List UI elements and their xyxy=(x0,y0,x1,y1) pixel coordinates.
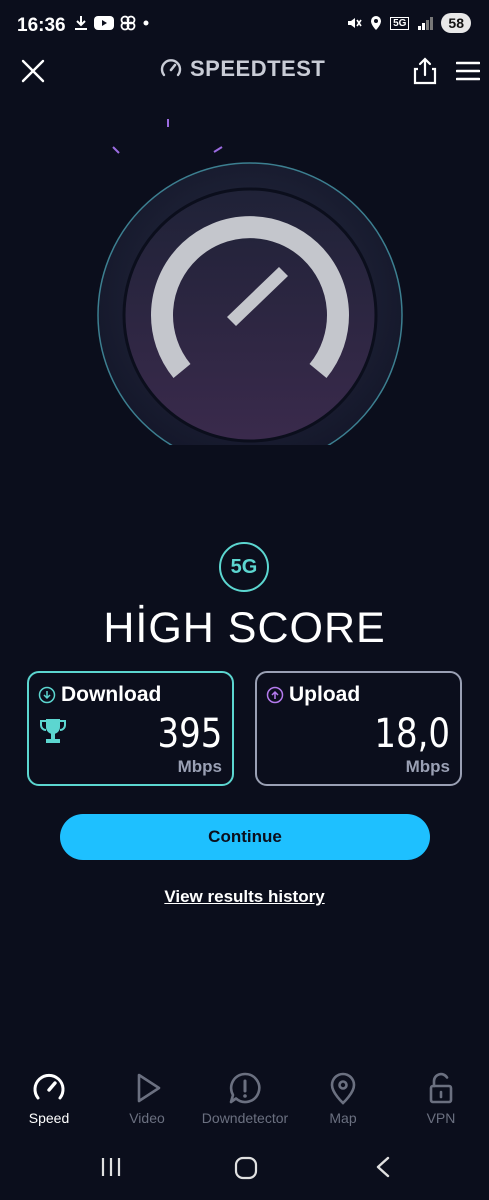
status-bar: 16:36 5G 58 xyxy=(0,0,489,52)
pinwheel-icon xyxy=(120,15,136,31)
status-system-icons: 5G 58 xyxy=(346,13,471,33)
battery-indicator: 58 xyxy=(441,13,471,33)
share-icon[interactable] xyxy=(412,56,438,86)
download-card: Download 395 Mbps xyxy=(27,671,234,786)
speed-gauge xyxy=(97,119,403,445)
youtube-icon xyxy=(94,16,114,30)
download-label: Download xyxy=(61,683,162,706)
speed-icon xyxy=(33,1073,65,1100)
status-notification-icons xyxy=(74,15,150,31)
speedometer-logo-icon xyxy=(160,59,182,77)
recent-apps-icon[interactable] xyxy=(100,1156,122,1178)
brand-name: SPEEDTEST xyxy=(190,56,326,81)
nav-label-downdetector: Downdetector xyxy=(201,1110,289,1126)
download-value: 395 xyxy=(157,711,222,757)
app-header: SPEEDTEST xyxy=(0,52,489,96)
download-icon xyxy=(75,16,87,30)
nav-item-video[interactable]: Video xyxy=(98,1065,196,1126)
nav-label-map: Map xyxy=(329,1110,357,1126)
network-type-badge: 5G xyxy=(219,542,269,592)
lock-icon xyxy=(429,1072,453,1104)
bottom-navigation: Speed Video Downdetector Map VPN xyxy=(0,1065,489,1135)
upload-label: Upload xyxy=(289,683,361,706)
nav-item-vpn[interactable]: VPN xyxy=(392,1065,489,1126)
menu-icon[interactable] xyxy=(456,60,480,82)
upload-header: Upload xyxy=(266,683,360,707)
close-icon[interactable] xyxy=(20,58,46,84)
play-icon xyxy=(137,1073,161,1103)
nav-item-downdetector[interactable]: Downdetector xyxy=(196,1065,294,1126)
score-title: HİGH SCORE xyxy=(103,604,386,652)
upload-arrow-icon xyxy=(266,686,284,704)
download-header: Download xyxy=(38,683,161,707)
download-unit: Mbps xyxy=(177,757,222,776)
brand-logo: SPEEDTEST xyxy=(160,56,325,82)
nav-label-speed: Speed xyxy=(28,1110,70,1126)
upload-value: 18,0 xyxy=(374,711,450,757)
mute-icon xyxy=(348,18,362,28)
download-arrow-icon xyxy=(38,686,56,704)
system-navigation-bar xyxy=(0,1140,489,1200)
home-icon[interactable] xyxy=(234,1156,258,1180)
nav-item-speed[interactable]: Speed xyxy=(0,1065,98,1126)
back-icon[interactable] xyxy=(374,1156,392,1178)
network-type: 5G xyxy=(390,16,410,30)
view-results-history-link[interactable]: View results history xyxy=(0,887,489,907)
alert-icon xyxy=(229,1072,261,1104)
nav-label-vpn: VPN xyxy=(426,1110,456,1126)
signal-icon xyxy=(418,17,434,30)
location-icon xyxy=(371,16,382,30)
nav-item-map[interactable]: Map xyxy=(294,1065,392,1126)
map-pin-icon xyxy=(330,1072,356,1105)
upload-card: Upload 18,0 Mbps xyxy=(255,671,462,786)
status-time: 16:36 xyxy=(17,15,66,36)
upload-unit: Mbps xyxy=(405,757,450,776)
continue-button[interactable]: Continue xyxy=(60,814,430,860)
dot-icon xyxy=(143,20,149,26)
nav-label-video: Video xyxy=(129,1110,165,1126)
trophy-icon xyxy=(40,719,66,743)
